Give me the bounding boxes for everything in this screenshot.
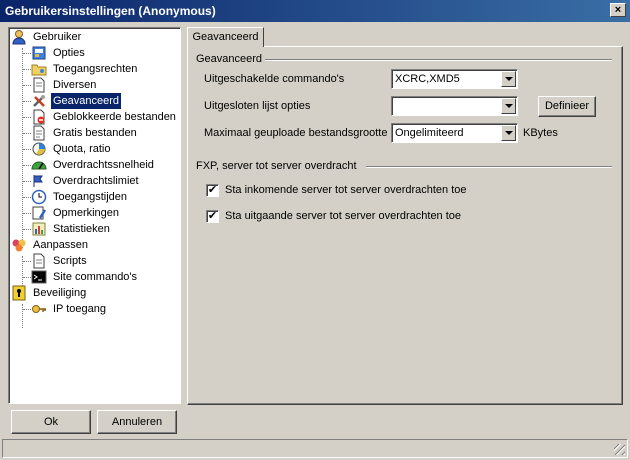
- tree-line: [22, 304, 23, 328]
- chevron-down-icon[interactable]: [501, 125, 516, 141]
- tree-item-label: Geblokkeerde bestanden: [53, 111, 176, 123]
- console-icon: [31, 270, 47, 284]
- tree-line: [23, 165, 31, 166]
- tree-item-label: Site commando's: [53, 271, 138, 283]
- tree-item-label: Quota, ratio: [53, 143, 111, 155]
- tree-item-label: Overdrachtssnelheid: [53, 159, 154, 171]
- window-title: Gebruikersinstellingen (Anonymous): [5, 4, 216, 18]
- tab-label: Geavanceerd: [192, 31, 259, 43]
- tree-item-label: IP toegang: [53, 303, 107, 315]
- disabled-commands-value: XCRC,XMD5: [395, 73, 460, 85]
- tree-line: [23, 197, 31, 198]
- tree-line: [23, 309, 31, 310]
- close-icon: ×: [614, 4, 622, 16]
- chevron-down-icon[interactable]: [501, 98, 516, 114]
- advanced-group-title: Geavanceerd: [196, 53, 263, 65]
- tools-icon: [33, 95, 45, 107]
- tree-line: [23, 277, 31, 278]
- group-divider: [265, 59, 612, 61]
- resize-grip-icon[interactable]: [614, 444, 625, 455]
- check-icon: ✔: [207, 184, 218, 196]
- max-upload-value: Ongelimiteerd: [395, 127, 464, 139]
- speed-gauge-icon: [31, 161, 47, 170]
- disabled-commands-combo[interactable]: XCRC,XMD5: [391, 69, 518, 89]
- tree-line: [23, 53, 31, 54]
- security-icon: [12, 285, 26, 301]
- tree-item-label: Beveiliging: [33, 287, 87, 299]
- excluded-list-combo[interactable]: [391, 96, 518, 116]
- limit-icon: [33, 175, 43, 187]
- outgoing-fxp-checkbox[interactable]: ✔: [206, 210, 219, 223]
- max-upload-label: Maximaal geuploade bestandsgrootte: [204, 127, 388, 139]
- tree-item-label: Toegangsrechten: [53, 63, 138, 75]
- tree-item-label: Scripts: [53, 255, 87, 267]
- tree-item-label: Toegangstijden: [53, 191, 128, 203]
- blocked-files-icon: [33, 109, 45, 125]
- tree-line: [23, 229, 31, 230]
- tree-item-label: Gratis bestanden: [53, 127, 137, 139]
- tab-panel: Geavanceerd Uitgeschakelde commando's XC…: [187, 46, 623, 405]
- tree-item-label: Opties: [53, 47, 85, 59]
- tree-line: [23, 133, 31, 134]
- customize-icon: [12, 239, 26, 252]
- user-settings-window: Gebruikersinstellingen (Anonymous) × Geb…: [0, 0, 630, 460]
- tree-item-label: Overdrachtslimiet: [53, 175, 139, 187]
- cancel-button[interactable]: Annuleren: [97, 410, 177, 434]
- group-divider: [366, 166, 612, 168]
- disabled-commands-label: Uitgeschakelde commando's: [204, 73, 345, 85]
- statistics-icon: [32, 222, 46, 236]
- ip-key-icon: [32, 305, 46, 313]
- tree-item-label: Opmerkingen: [53, 207, 120, 219]
- incoming-fxp-checkbox[interactable]: ✔: [206, 184, 219, 197]
- tree-line: [23, 85, 31, 86]
- tree-line: [23, 101, 31, 102]
- tab-geavanceerd[interactable]: Geavanceerd: [187, 27, 264, 47]
- fxp-group-title: FXP, server tot server overdracht: [196, 160, 357, 172]
- folder-key-icon: [31, 64, 47, 76]
- tree-line: [23, 69, 31, 70]
- max-upload-combo[interactable]: Ongelimiteerd: [391, 123, 518, 143]
- check-icon: ✔: [207, 210, 218, 222]
- tree-line: [23, 117, 31, 118]
- clock-icon: [31, 189, 47, 205]
- tree-line: [23, 181, 31, 182]
- tree-item-label: Aanpassen: [33, 239, 89, 251]
- chevron-down-icon[interactable]: [501, 71, 516, 87]
- tree-line: [23, 213, 31, 214]
- settings-tree[interactable]: Gebruiker Opties Toegangsrechten Diverse…: [8, 27, 181, 404]
- tree-line: [22, 48, 23, 248]
- tree-item-label: Geavanceerd: [51, 93, 122, 109]
- max-upload-unit: KBytes: [523, 127, 558, 139]
- quota-icon: [32, 142, 46, 156]
- document-icon: [33, 77, 45, 93]
- tree-item-label: Statistieken: [53, 223, 110, 235]
- options-icon: [32, 46, 46, 60]
- status-bar: [2, 439, 628, 458]
- script-icon: [33, 253, 45, 269]
- define-button[interactable]: Definieer: [538, 96, 596, 117]
- title-bar[interactable]: Gebruikersinstellingen (Anonymous) ×: [0, 0, 630, 22]
- ok-button[interactable]: Ok: [11, 410, 91, 434]
- free-files-icon: [33, 125, 45, 141]
- user-icon: [12, 30, 26, 45]
- outgoing-fxp-label: Sta uitgaande server tot server overdrac…: [225, 210, 462, 222]
- notes-icon: [32, 206, 47, 220]
- tree-item-label: Gebruiker: [33, 31, 82, 43]
- tree-item-label: Diversen: [53, 79, 97, 91]
- close-button[interactable]: ×: [610, 3, 626, 17]
- tree-line: [23, 261, 31, 262]
- tree-line: [23, 149, 31, 150]
- incoming-fxp-label: Sta inkomende server tot server overdrac…: [225, 184, 467, 196]
- excluded-list-label: Uitgesloten lijst opties: [204, 100, 311, 112]
